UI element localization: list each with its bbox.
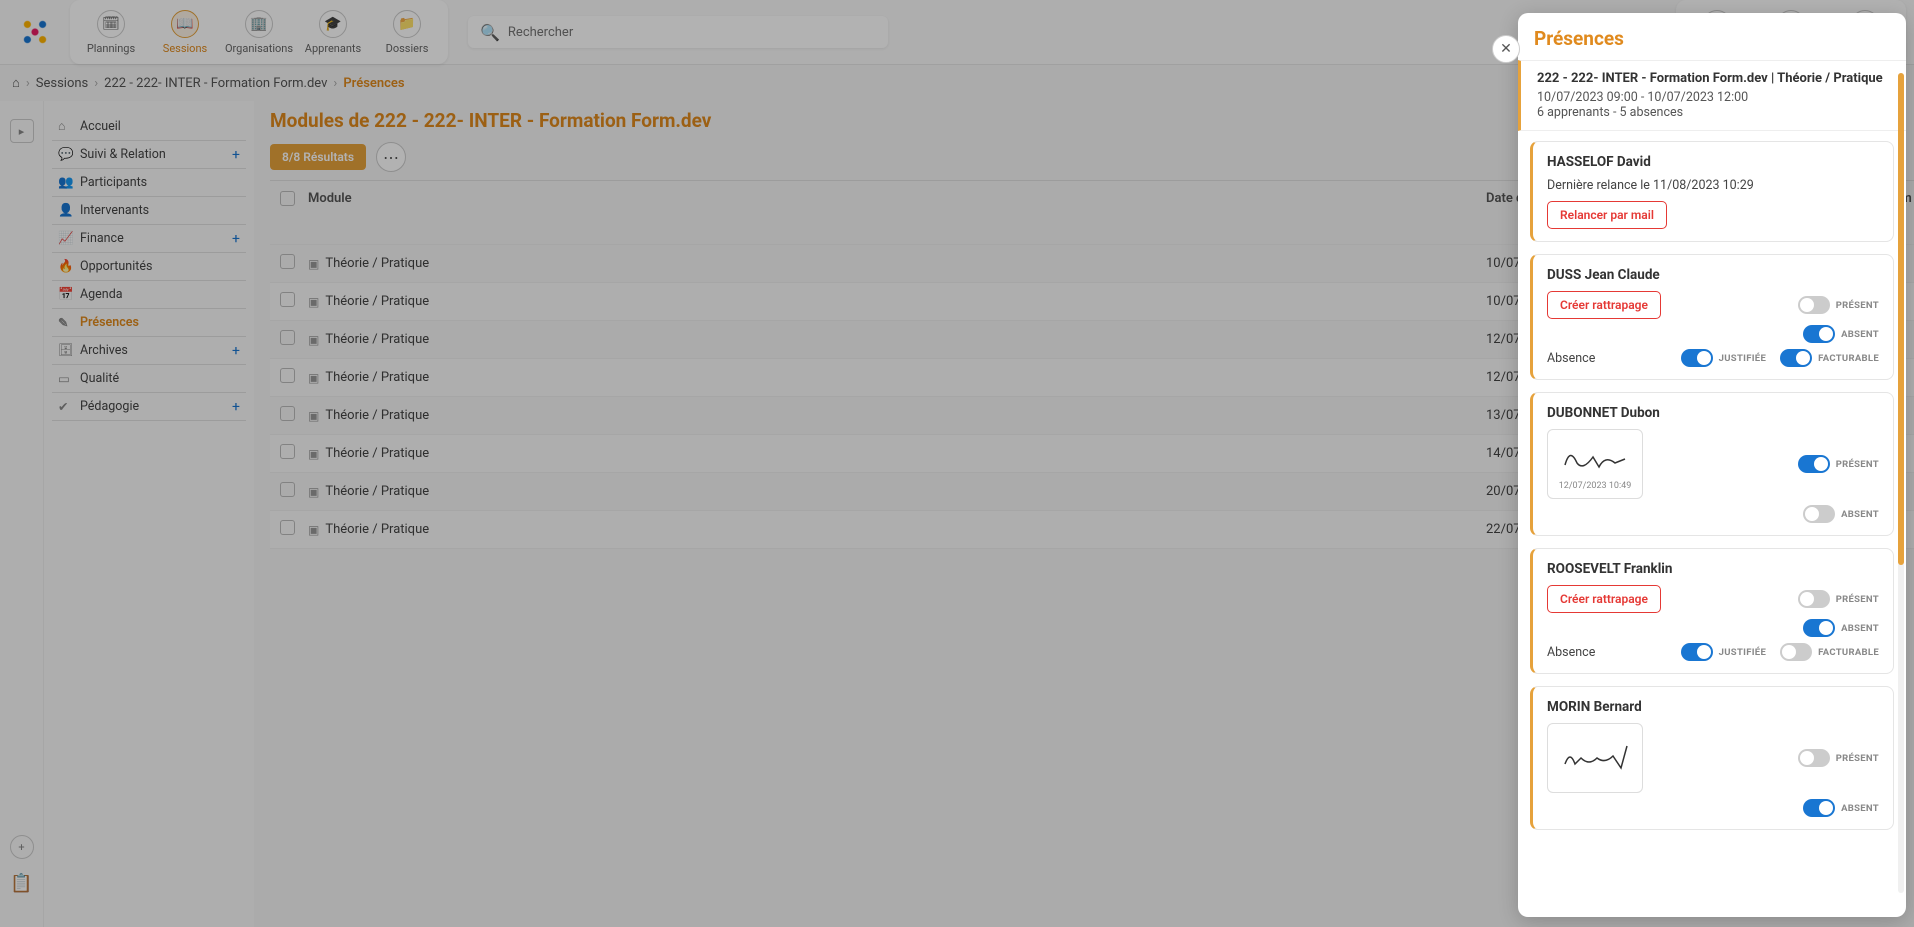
creer-rattrapage-button[interactable]: Créer rattrapage xyxy=(1547,585,1661,613)
panel-scrollbar[interactable] xyxy=(1898,73,1904,893)
absence-label: Absence xyxy=(1547,645,1595,660)
creer-rattrapage-button[interactable]: Créer rattrapage xyxy=(1547,291,1661,319)
present-toggle[interactable] xyxy=(1798,749,1830,767)
absent-toggle[interactable] xyxy=(1803,619,1835,637)
presences-panel: ✕ Présences 222 - 222- INTER - Formation… xyxy=(1518,13,1906,917)
person-card: HASSELOF David Dernière relance le 11/08/… xyxy=(1530,141,1894,242)
signature-time: 12/07/2023 10:49 xyxy=(1559,481,1632,491)
absent-toggle[interactable] xyxy=(1803,505,1835,523)
signature-box: 12/07/2023 10:49 xyxy=(1547,429,1643,499)
justifiee-label: JUSTIFIÉE xyxy=(1719,353,1766,364)
present-label: PRÉSENT xyxy=(1836,753,1879,764)
present-toggle[interactable] xyxy=(1798,296,1830,314)
present-label: PRÉSENT xyxy=(1836,300,1879,311)
present-label: PRÉSENT xyxy=(1836,594,1879,605)
facturable-toggle[interactable] xyxy=(1780,643,1812,661)
absence-label: Absence xyxy=(1547,351,1595,366)
absent-toggle[interactable] xyxy=(1803,799,1835,817)
person-name: MORIN Bernard xyxy=(1547,699,1879,715)
absent-label: ABSENT xyxy=(1841,329,1879,340)
person-card: ROOSEVELT Franklin Créer rattrapage PRÉSEN… xyxy=(1530,548,1894,674)
last-reminder: Dernière relance le 11/08/2023 10:29 xyxy=(1547,178,1879,193)
justifiee-toggle[interactable] xyxy=(1681,349,1713,367)
present-toggle[interactable] xyxy=(1798,455,1830,473)
panel-body[interactable]: HASSELOF David Dernière relance le 11/08/… xyxy=(1518,131,1906,917)
facturable-toggle[interactable] xyxy=(1780,349,1812,367)
present-label: PRÉSENT xyxy=(1836,459,1879,470)
justifiee-toggle[interactable] xyxy=(1681,643,1713,661)
panel-session-stats: 6 apprenants - 5 absences xyxy=(1537,105,1890,120)
panel-title: Présences xyxy=(1518,13,1906,60)
absent-label: ABSENT xyxy=(1841,623,1879,634)
person-name: DUSS Jean Claude xyxy=(1547,267,1879,283)
person-name: HASSELOF David xyxy=(1547,154,1879,170)
facturable-label: FACTURABLE xyxy=(1818,647,1879,658)
person-card: MORIN Bernard PRÉSENT ABSENT xyxy=(1530,686,1894,830)
person-name: DUBONNET Dubon xyxy=(1547,405,1879,421)
justifiee-label: JUSTIFIÉE xyxy=(1719,647,1766,658)
absent-toggle[interactable] xyxy=(1803,325,1835,343)
person-card: DUBONNET Dubon 12/07/2023 10:49 PRÉSENT AB… xyxy=(1530,392,1894,536)
absent-label: ABSENT xyxy=(1841,509,1879,520)
present-toggle[interactable] xyxy=(1798,590,1830,608)
absent-label: ABSENT xyxy=(1841,803,1879,814)
panel-session-title: 222 - 222- INTER - Formation Form.dev | … xyxy=(1537,71,1890,86)
person-name: ROOSEVELT Franklin xyxy=(1547,561,1879,577)
relancer-button[interactable]: Relancer par mail xyxy=(1547,201,1667,229)
close-panel-button[interactable]: ✕ xyxy=(1492,35,1520,63)
facturable-label: FACTURABLE xyxy=(1818,353,1879,364)
person-card: DUSS Jean Claude Créer rattrapage PRÉSENT A… xyxy=(1530,254,1894,380)
signature-box xyxy=(1547,723,1643,793)
panel-header: 222 - 222- INTER - Formation Form.dev | … xyxy=(1518,60,1906,131)
panel-session-time: 10/07/2023 09:00 - 10/07/2023 12:00 xyxy=(1537,90,1890,105)
